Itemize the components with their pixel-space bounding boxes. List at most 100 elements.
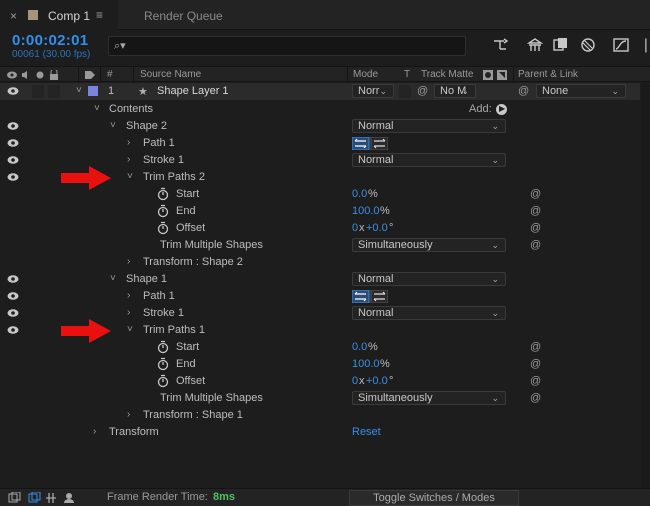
shape-2-row[interactable]: ˅ Shape 2 Normal ⌄	[0, 118, 640, 135]
parent-dropdown[interactable]: None ⌄	[536, 84, 626, 98]
expression-pickwhip-icon[interactable]: @	[530, 375, 541, 387]
transform-twirl-icon[interactable]: ›	[127, 409, 130, 420]
shape-1-path-row[interactable]: › Path 1	[0, 288, 640, 305]
draft-3d-icon[interactable]	[526, 37, 544, 53]
shape-1-transform-row[interactable]: › Transform : Shape 1	[0, 407, 640, 424]
reset-link[interactable]: Reset	[352, 426, 381, 438]
shape-2-transform-row[interactable]: › Transform : Shape 2	[0, 254, 640, 271]
visibility-eye-icon[interactable]	[7, 325, 19, 335]
shape-2-label[interactable]: Shape 2	[126, 120, 167, 132]
path-twirl-icon[interactable]: ›	[127, 137, 130, 148]
offset-degrees[interactable]: +0.0	[366, 222, 388, 234]
shape-2-twirl-icon[interactable]: ˅	[110, 120, 116, 131]
layer-transform-row[interactable]: › Transform Reset	[0, 424, 640, 441]
add-content-button[interactable]: ▶	[496, 104, 507, 115]
shape-1-label[interactable]: Shape 1	[126, 273, 167, 285]
stopwatch-icon[interactable]	[157, 204, 169, 218]
motion-blur-icon[interactable]	[578, 37, 596, 53]
expression-pickwhip-icon[interactable]: @	[530, 341, 541, 353]
preserve-transparency-switch[interactable]	[399, 85, 411, 98]
trim-multiple-shapes-dropdown[interactable]: Simultaneously ⌄	[352, 391, 506, 405]
composition-mini-flowchart-icon[interactable]	[492, 37, 510, 53]
layer-mode-dropdown[interactable]: Norr ⌄	[352, 84, 394, 98]
tab-render-queue[interactable]: Render Queue	[144, 9, 223, 23]
visibility-eye-icon[interactable]	[7, 274, 19, 284]
visibility-eye-icon[interactable]	[7, 172, 19, 182]
path-direction-icons[interactable]	[352, 290, 388, 303]
transform-twirl-icon[interactable]: ›	[127, 256, 130, 267]
trim-multiple-shapes-dropdown[interactable]: Simultaneously ⌄	[352, 238, 506, 252]
label-color-swatch[interactable]	[88, 86, 98, 96]
layer-row[interactable]: ˅ 1 ★ Shape Layer 1 Norr ⌄ @ No M ⌄ @ None…	[0, 83, 640, 100]
expression-pickwhip-icon[interactable]: @	[530, 205, 541, 217]
shape-1-twirl-icon[interactable]: ˅	[110, 273, 116, 284]
shape-1-blend-dropdown[interactable]: Normal ⌄	[352, 272, 506, 286]
toggle-switches-modes-button[interactable]: Toggle Switches / Modes	[349, 490, 519, 506]
offset-revolutions[interactable]: 0	[352, 222, 358, 234]
path-twirl-icon[interactable]: ›	[127, 290, 130, 301]
close-tab-icon[interactable]: ×	[10, 9, 17, 23]
end-value[interactable]: 100.0	[352, 358, 380, 370]
path-label[interactable]: Path 1	[143, 137, 175, 149]
path-label[interactable]: Path 1	[143, 290, 175, 302]
transform-shape-label[interactable]: Transform : Shape 2	[143, 256, 243, 268]
current-time-display[interactable]: 0:00:02:01	[12, 32, 88, 49]
stroke-label[interactable]: Stroke 1	[143, 154, 184, 166]
stopwatch-icon[interactable]	[157, 187, 169, 201]
trim-twirl-icon[interactable]: ˅	[127, 324, 133, 335]
visibility-eye-icon[interactable]	[7, 308, 19, 318]
col-parent-link[interactable]: Parent & Link	[518, 69, 578, 80]
stroke-twirl-icon[interactable]: ›	[127, 307, 130, 318]
expression-pickwhip-icon[interactable]: @	[530, 392, 541, 404]
stroke-twirl-icon[interactable]: ›	[127, 154, 130, 165]
visibility-eye-icon[interactable]	[7, 86, 19, 96]
shape-2-path-row[interactable]: › Path 1	[0, 135, 640, 152]
graph-editor-icon[interactable]	[612, 37, 630, 53]
stroke-label[interactable]: Stroke 1	[143, 307, 184, 319]
transform-shape-label[interactable]: Transform : Shape 1	[143, 409, 243, 421]
offset-revolutions[interactable]: 0	[352, 375, 358, 387]
stopwatch-icon[interactable]	[157, 357, 169, 371]
stroke-blend-dropdown[interactable]: Normal ⌄	[352, 153, 506, 167]
path-direction-icons[interactable]	[352, 137, 388, 150]
audio-switch[interactable]	[32, 85, 44, 98]
trim-twirl-icon[interactable]: ˅	[127, 171, 133, 182]
offset-degrees[interactable]: +0.0	[366, 375, 388, 387]
visibility-eye-icon[interactable]	[7, 155, 19, 165]
layer-twirl-icon[interactable]: ˅	[76, 85, 82, 96]
tab-title[interactable]: Comp 1	[48, 9, 90, 23]
solo-switch[interactable]	[48, 85, 60, 98]
expression-pickwhip-icon[interactable]: @	[530, 222, 541, 234]
end-value[interactable]: 100.0	[352, 205, 380, 217]
track-matte-dropdown[interactable]: No M ⌄	[434, 84, 476, 98]
layer-name[interactable]: Shape Layer 1	[157, 85, 229, 97]
expression-pickwhip-icon[interactable]: @	[530, 239, 541, 251]
expression-pickwhip-icon[interactable]: @	[530, 188, 541, 200]
start-value[interactable]: 0.0	[352, 341, 367, 353]
parent-pickwhip-icon[interactable]: @	[518, 85, 529, 97]
visibility-eye-icon[interactable]	[7, 121, 19, 131]
contents-twirl-icon[interactable]: ˅	[94, 103, 100, 114]
trim-label[interactable]: Trim Paths 1	[143, 324, 205, 336]
panel-toggle-icons[interactable]	[8, 492, 80, 504]
transform-twirl-icon[interactable]: ›	[93, 426, 96, 437]
start-value[interactable]: 0.0	[352, 188, 367, 200]
stopwatch-icon[interactable]	[157, 221, 169, 235]
col-track-matte[interactable]: Track Matte	[421, 69, 473, 80]
stopwatch-icon[interactable]	[157, 340, 169, 354]
stopwatch-icon[interactable]	[157, 374, 169, 388]
frame-blending-icon[interactable]	[552, 37, 570, 53]
shape-1-row[interactable]: ˅ Shape 1 Normal ⌄	[0, 271, 640, 288]
shape-2-blend-dropdown[interactable]: Normal ⌄	[352, 119, 506, 133]
search-input[interactable]: ⌕▾	[108, 36, 466, 56]
trim-label[interactable]: Trim Paths 2	[143, 171, 205, 183]
transform-label[interactable]: Transform	[109, 426, 159, 438]
visibility-eye-icon[interactable]	[7, 291, 19, 301]
vertical-scrollbar[interactable]	[641, 84, 650, 488]
expression-pickwhip-icon[interactable]: @	[530, 358, 541, 370]
col-source-name[interactable]: Source Name	[140, 69, 201, 80]
col-mode[interactable]: Mode	[353, 69, 378, 80]
panel-menu-icon[interactable]: ≡	[96, 8, 103, 22]
contents-row[interactable]: ˅ Contents Add: ▶	[0, 101, 640, 118]
stroke-blend-dropdown[interactable]: Normal ⌄	[352, 306, 506, 320]
